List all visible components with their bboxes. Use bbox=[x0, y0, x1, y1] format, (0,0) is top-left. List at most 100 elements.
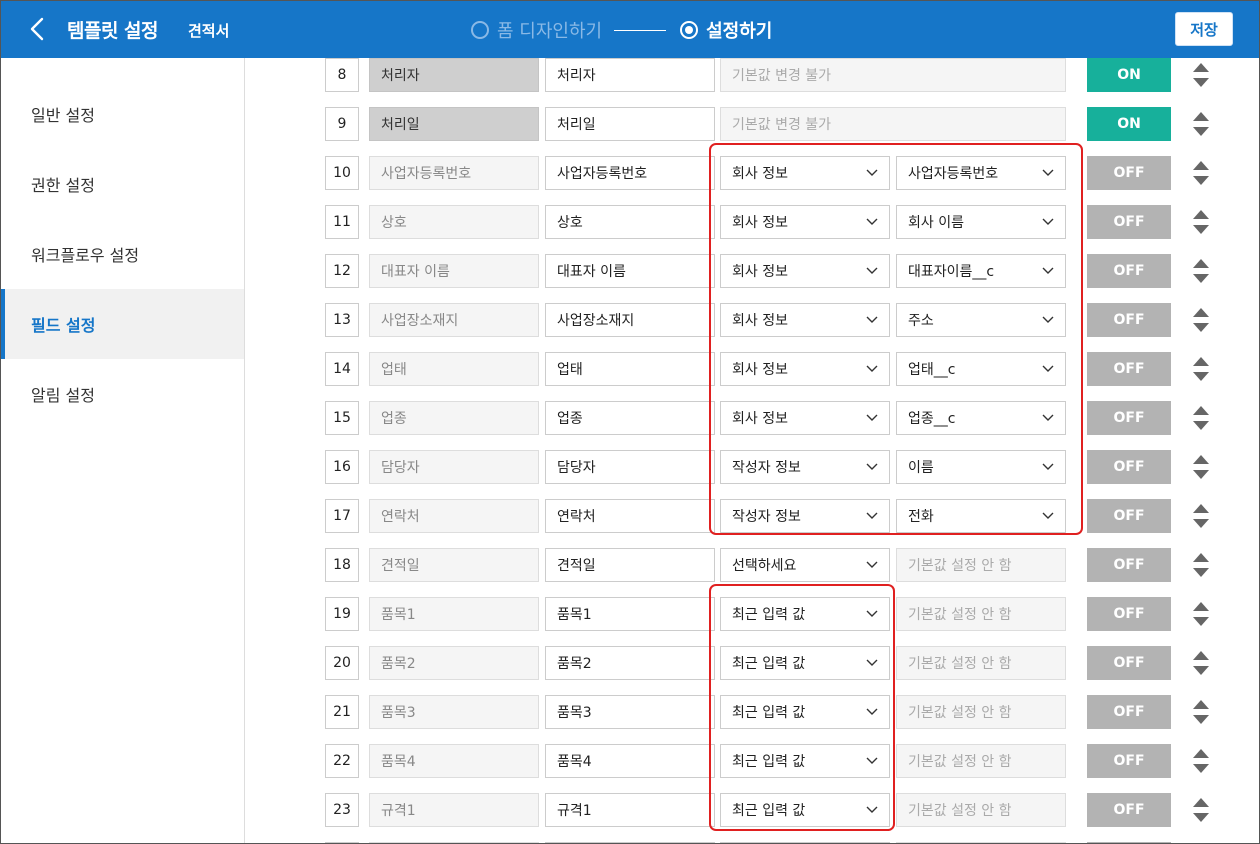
source-select[interactable]: 선택하세요 bbox=[720, 548, 890, 582]
chevron-down-icon bbox=[866, 365, 878, 372]
source-select[interactable]: 최근 입력 값 bbox=[720, 793, 890, 827]
source-field-select[interactable]: 주소 bbox=[896, 303, 1066, 337]
source-select[interactable]: 최근 입력 값 bbox=[720, 646, 890, 680]
required-toggle[interactable]: OFF bbox=[1087, 401, 1171, 435]
required-toggle[interactable]: OFF bbox=[1087, 548, 1171, 582]
chevron-down-icon bbox=[866, 610, 878, 617]
source-select-value: 최근 입력 값 bbox=[732, 607, 806, 623]
source-field-select-value: 대표자이름__c bbox=[908, 264, 995, 280]
source-field-select[interactable]: 대표자이름__c bbox=[896, 254, 1066, 288]
source-select[interactable]: 회사 정보 bbox=[720, 352, 890, 386]
reorder-handle[interactable] bbox=[1192, 502, 1210, 530]
reorder-handle[interactable] bbox=[1192, 257, 1210, 285]
source-select[interactable]: 회사 정보 bbox=[720, 401, 890, 435]
chevron-down-icon bbox=[866, 316, 878, 323]
required-toggle[interactable]: OFF bbox=[1087, 352, 1171, 386]
required-toggle[interactable]: ON bbox=[1087, 58, 1171, 92]
required-toggle[interactable]: OFF bbox=[1087, 499, 1171, 533]
field-row: 17 연락처 작성자 정보 전화 OFF bbox=[245, 499, 1259, 533]
row-number: 18 bbox=[325, 548, 359, 582]
reorder-handle[interactable] bbox=[1192, 159, 1210, 187]
field-label-input[interactable] bbox=[545, 548, 715, 582]
back-button[interactable] bbox=[23, 13, 51, 45]
sidebar-item-fields[interactable]: 필드 설정 bbox=[1, 289, 244, 359]
step-settings[interactable]: 설정하기 bbox=[680, 17, 772, 43]
chevron-down-icon bbox=[1042, 169, 1054, 176]
source-select[interactable]: 최근 입력 값 bbox=[720, 744, 890, 778]
source-select[interactable]: 최근 입력 값 bbox=[720, 597, 890, 631]
field-label-input[interactable] bbox=[545, 744, 715, 778]
chevron-down-icon bbox=[1042, 267, 1054, 274]
field-label-input[interactable] bbox=[545, 156, 715, 190]
reorder-handle[interactable] bbox=[1192, 208, 1210, 236]
chevron-down-icon bbox=[866, 757, 878, 764]
source-field-select[interactable]: 업태__c bbox=[896, 352, 1066, 386]
save-button[interactable]: 저장 bbox=[1175, 12, 1233, 46]
required-toggle[interactable]: OFF bbox=[1087, 450, 1171, 484]
reorder-handle[interactable] bbox=[1192, 453, 1210, 481]
required-toggle[interactable]: OFF bbox=[1087, 156, 1171, 190]
required-toggle[interactable]: OFF bbox=[1087, 303, 1171, 337]
field-row: 23 규격1 최근 입력 값 기본값 설정 안 함 OFF bbox=[245, 793, 1259, 827]
field-label-input[interactable] bbox=[545, 58, 715, 92]
required-toggle[interactable]: OFF bbox=[1087, 695, 1171, 729]
step-form-design[interactable]: 폼 디자인하기 bbox=[471, 17, 602, 43]
source-select[interactable]: 회사 정보 bbox=[720, 156, 890, 190]
required-toggle[interactable]: OFF bbox=[1087, 597, 1171, 631]
reorder-handle[interactable] bbox=[1192, 551, 1210, 579]
source-field-select[interactable]: 이름 bbox=[896, 450, 1066, 484]
reorder-handle[interactable] bbox=[1192, 404, 1210, 432]
required-toggle[interactable]: ON bbox=[1087, 107, 1171, 141]
source-field-select[interactable]: 업종__c bbox=[896, 401, 1066, 435]
original-field-name: 처리자 bbox=[369, 58, 539, 92]
source-select[interactable]: 회사 정보 bbox=[720, 205, 890, 239]
source-field-select[interactable]: 회사 이름 bbox=[896, 205, 1066, 239]
field-label-input[interactable] bbox=[545, 450, 715, 484]
field-label-input[interactable] bbox=[545, 401, 715, 435]
field-settings-list: 8처리자기본값 변경 불가ON9처리일기본값 변경 불가ON10사업자등록번호회… bbox=[245, 58, 1259, 843]
source-field-select[interactable]: 전화 bbox=[896, 499, 1066, 533]
required-toggle[interactable]: OFF bbox=[1087, 646, 1171, 680]
sidebar-item-permissions[interactable]: 권한 설정 bbox=[1, 149, 244, 219]
source-select[interactable]: 회사 정보 bbox=[720, 303, 890, 337]
chevron-down-icon bbox=[1042, 218, 1054, 225]
reorder-handle[interactable] bbox=[1192, 747, 1210, 775]
required-toggle[interactable]: OFF bbox=[1087, 254, 1171, 288]
field-label-input[interactable] bbox=[545, 205, 715, 239]
reorder-handle[interactable] bbox=[1192, 600, 1210, 628]
sidebar-item-workflow[interactable]: 워크플로우 설정 bbox=[1, 219, 244, 289]
field-label-input[interactable] bbox=[545, 646, 715, 680]
source-select[interactable]: 작성자 정보 bbox=[720, 450, 890, 484]
reorder-handle[interactable] bbox=[1192, 698, 1210, 726]
required-toggle[interactable]: OFF bbox=[1087, 205, 1171, 239]
original-field-name: 처리일 bbox=[369, 107, 539, 141]
source-field-select-value: 사업자등록번호 bbox=[908, 166, 999, 182]
reorder-handle[interactable] bbox=[1192, 796, 1210, 824]
chevron-down-icon bbox=[866, 169, 878, 176]
source-field-select[interactable]: 사업자등록번호 bbox=[896, 156, 1066, 190]
field-label-input[interactable] bbox=[545, 499, 715, 533]
field-label-input[interactable] bbox=[545, 597, 715, 631]
row-number: 22 bbox=[325, 744, 359, 778]
source-select[interactable]: 최근 입력 값 bbox=[720, 695, 890, 729]
reorder-handle[interactable] bbox=[1192, 649, 1210, 677]
field-label-input[interactable] bbox=[545, 695, 715, 729]
field-label-input[interactable] bbox=[545, 254, 715, 288]
sort-arrows-icon bbox=[1193, 112, 1209, 136]
reorder-handle[interactable] bbox=[1192, 110, 1210, 138]
reorder-handle[interactable] bbox=[1192, 306, 1210, 334]
field-label-input[interactable] bbox=[545, 793, 715, 827]
required-toggle[interactable]: OFF bbox=[1087, 793, 1171, 827]
required-toggle[interactable]: OFF bbox=[1087, 744, 1171, 778]
reorder-handle[interactable] bbox=[1192, 355, 1210, 383]
row-number: 10 bbox=[325, 156, 359, 190]
sidebar-item-general[interactable]: 일반 설정 bbox=[1, 79, 244, 149]
field-label-input[interactable] bbox=[545, 352, 715, 386]
field-label-input[interactable] bbox=[545, 107, 715, 141]
reorder-handle[interactable] bbox=[1192, 61, 1210, 89]
source-select[interactable]: 작성자 정보 bbox=[720, 499, 890, 533]
field-label-input[interactable] bbox=[545, 303, 715, 337]
source-select[interactable]: 회사 정보 bbox=[720, 254, 890, 288]
top-bar: 템플릿 설정 견적서 폼 디자인하기 설정하기 저장 bbox=[1, 1, 1259, 58]
sidebar-item-notifications[interactable]: 알림 설정 bbox=[1, 359, 244, 429]
